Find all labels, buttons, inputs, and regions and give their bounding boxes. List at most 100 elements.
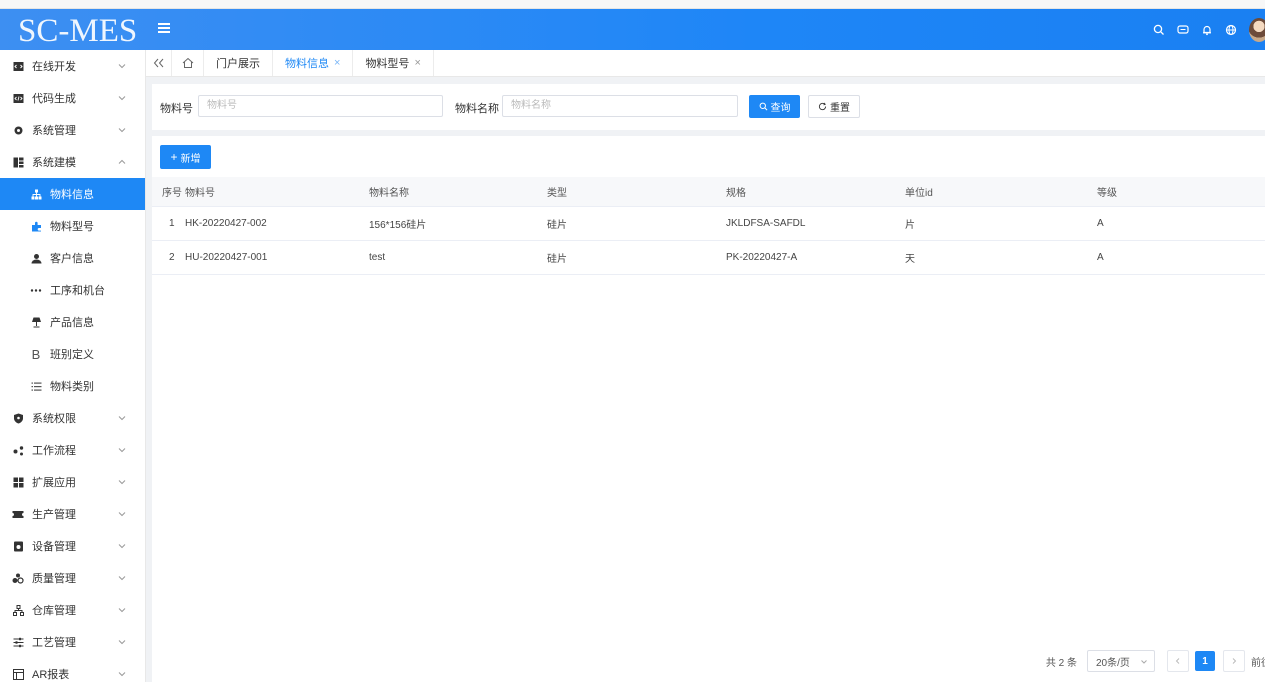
sidebar-item-material-category[interactable]: 物料类别 — [0, 370, 145, 402]
sidebar-item-process[interactable]: 工艺管理 — [0, 626, 145, 658]
sidebar-item-material-model[interactable]: 物料型号 — [0, 210, 145, 242]
chevron-down-icon — [118, 640, 126, 645]
sidebar-item-process-machine[interactable]: 工序和机台 — [0, 274, 145, 306]
sidebar-item-label: AR报表 — [32, 669, 70, 681]
shield-icon — [12, 412, 24, 424]
tabs-bar: 门户展示 物料信息 × 物料型号 × — [146, 50, 1265, 77]
modeling-icon — [12, 156, 24, 168]
sidebar-item-ar-report[interactable]: AR报表 — [0, 658, 145, 682]
goto-label: 前往 — [1251, 657, 1265, 669]
chevron-down-icon — [1141, 660, 1147, 664]
sidebar-item-customer-info[interactable]: 客户信息 — [0, 242, 145, 274]
material-no-input[interactable]: 物料号 — [198, 95, 443, 117]
sidebar-item-label: 生产管理 — [32, 509, 76, 521]
sidebar-item-online-dev[interactable]: 在线开发 — [0, 50, 145, 82]
sidebar-item-label: 质量管理 — [32, 573, 76, 585]
list-icon — [30, 380, 42, 392]
chevron-down-icon — [118, 416, 126, 421]
code-box-icon — [12, 60, 24, 72]
quality-icon — [12, 572, 24, 584]
chevron-down-icon — [118, 448, 126, 453]
sidebar-item-label: 班别定义 — [50, 349, 94, 361]
message-icon[interactable] — [1171, 18, 1195, 42]
letter-b-icon: B — [31, 346, 41, 362]
sidebar-item-workflow[interactable]: 工作流程 — [0, 434, 145, 466]
table-cell: PK-20220427-A — [726, 240, 905, 275]
sidebar-item-equipment[interactable]: 设备管理 — [0, 530, 145, 562]
warehouse-icon — [12, 604, 24, 616]
add-label: 新增 — [180, 153, 201, 165]
next-page-button[interactable] — [1223, 650, 1245, 672]
column-header: 序号 — [152, 177, 185, 207]
sidebar-item-label: 物料信息 — [50, 189, 94, 201]
close-icon[interactable]: × — [334, 57, 340, 69]
material-no-label: 物料号 — [160, 103, 193, 115]
bell-icon[interactable] — [1195, 18, 1219, 42]
tab-label: 物料型号 — [365, 58, 410, 70]
chevron-left-icon — [1175, 658, 1180, 664]
chevron-down-icon — [118, 608, 126, 613]
sidebar-item-material-info[interactable]: 物料信息 — [0, 178, 145, 210]
tab-material-info[interactable]: 物料信息 × — [273, 50, 354, 76]
table-cell: HK-20220427-002 — [185, 206, 369, 241]
tab-portal[interactable]: 门户展示 — [204, 50, 273, 76]
page-number-current[interactable]: 1 — [1195, 651, 1215, 671]
prev-page-button[interactable] — [1167, 650, 1189, 672]
sidebar-item-system-admin[interactable]: 系统管理 — [0, 114, 145, 146]
chevron-down-icon — [118, 64, 126, 69]
header-actions — [1147, 9, 1265, 50]
chevron-down-icon — [118, 672, 126, 677]
column-header: 等级 — [1097, 177, 1265, 207]
avatar[interactable] — [1249, 17, 1265, 42]
chevron-down-icon — [118, 96, 126, 101]
add-button[interactable]: + 新增 — [160, 145, 211, 169]
table-cell: 片 — [905, 206, 1097, 241]
sidebar-item-system-modeling[interactable]: 系统建模 — [0, 146, 145, 178]
table-cell: HU-20220427-001 — [185, 240, 369, 275]
table-row[interactable]: 2 HU-20220427-001 test 硅片 PK-20220427-A … — [152, 240, 1265, 275]
column-header: 规格 — [726, 177, 905, 207]
collapse-tabs-icon[interactable] — [146, 50, 172, 76]
sidebar-item-label: 仓库管理 — [32, 605, 76, 617]
sidebar-item-product-info[interactable]: 产品信息 — [0, 306, 145, 338]
sidebar-item-quality[interactable]: 质量管理 — [0, 562, 145, 594]
app-header: SC-MES — [0, 9, 1265, 50]
table-cell: test — [369, 240, 547, 275]
globe-icon[interactable] — [1219, 18, 1243, 42]
chevron-down-icon — [118, 512, 126, 517]
code-gen-icon — [12, 92, 24, 104]
sidebar-item-label: 工作流程 — [32, 445, 76, 457]
close-icon[interactable]: × — [414, 57, 420, 69]
chevron-right-icon — [1232, 658, 1237, 664]
sidebar-item-label: 系统管理 — [32, 125, 76, 137]
sidebar-item-code-gen[interactable]: 代码生成 — [0, 82, 145, 114]
sidebar: 在线开发 代码生成 系统管理 系统建模 物料信息 物料型号 客户信息 工序和机台… — [0, 50, 146, 682]
table-row[interactable]: 1 HK-20220427-002 156*156硅片 硅片 JKLDFSA-S… — [152, 206, 1265, 241]
sidebar-item-extended-apps[interactable]: 扩展应用 — [0, 466, 145, 498]
material-name-input[interactable]: 物料名称 — [502, 95, 738, 117]
reset-button[interactable]: 重置 — [808, 95, 860, 118]
browser-strip — [0, 0, 1265, 9]
sidebar-item-label: 物料类别 — [50, 381, 94, 393]
page-size-select[interactable]: 20条/页 — [1087, 650, 1155, 672]
refresh-icon — [818, 102, 827, 111]
sidebar-item-production[interactable]: 生产管理 — [0, 498, 145, 530]
menu-toggle-icon[interactable] — [158, 23, 170, 35]
sidebar-item-label: 物料型号 — [50, 221, 94, 233]
sidebar-item-label: 设备管理 — [32, 541, 76, 553]
query-button[interactable]: 查询 — [749, 95, 800, 118]
sidebar-item-warehouse[interactable]: 仓库管理 — [0, 594, 145, 626]
table-cell: JKLDFSA-SAFDL — [726, 206, 905, 241]
production-icon — [12, 508, 24, 520]
home-icon[interactable] — [172, 50, 204, 76]
search-icon[interactable] — [1147, 18, 1171, 42]
search-icon — [759, 102, 767, 111]
workflow-icon — [12, 444, 24, 456]
sidebar-item-system-permission[interactable]: 系统权限 — [0, 402, 145, 434]
sidebar-item-label: 工序和机台 — [50, 285, 105, 297]
search-panel: 物料号 物料号 物料名称 物料名称 查询 重置 — [152, 84, 1265, 130]
table-cell: A — [1097, 206, 1265, 241]
column-header: 物料名称 — [369, 177, 547, 207]
sidebar-item-shift-definition[interactable]: B 班别定义 — [0, 338, 145, 370]
tab-material-model[interactable]: 物料型号 × — [353, 50, 434, 76]
